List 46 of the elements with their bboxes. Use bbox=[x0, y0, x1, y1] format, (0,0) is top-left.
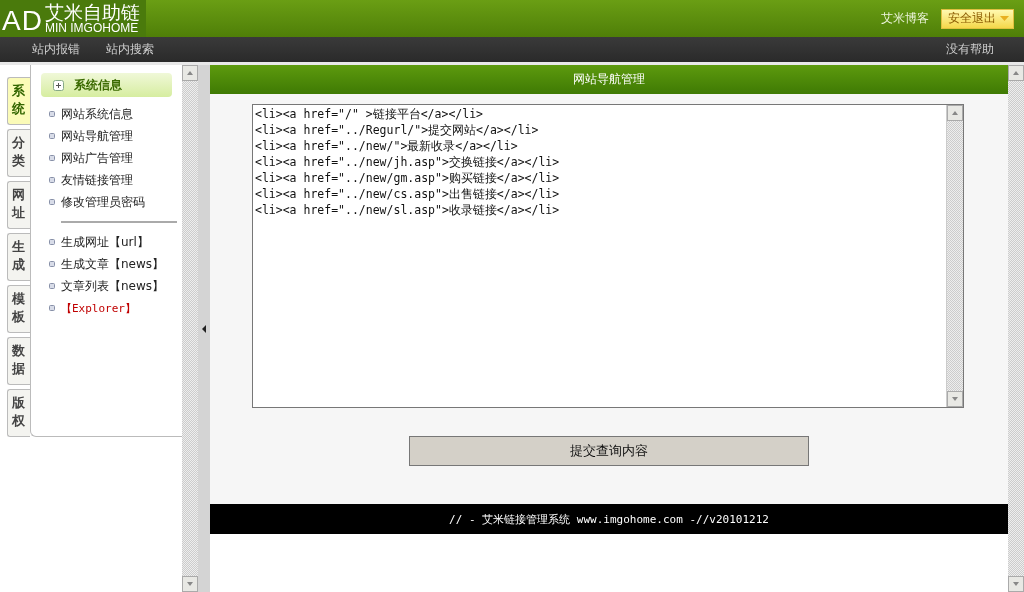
logo-subtitle: MIN IMGOHOME bbox=[44, 22, 140, 35]
nav-link[interactable]: 站内报错 bbox=[32, 41, 80, 58]
side-tab[interactable]: 分类 bbox=[7, 129, 30, 177]
scrollbar[interactable] bbox=[182, 65, 198, 592]
menu-link[interactable]: 网站系统信息 bbox=[61, 105, 133, 123]
bullet-icon bbox=[49, 239, 55, 245]
logout-button[interactable]: 安全退出 bbox=[941, 8, 1014, 29]
plus-icon bbox=[53, 79, 64, 91]
logo-initials: AD bbox=[2, 5, 43, 37]
menu-link[interactable]: 【Explorer】 bbox=[61, 300, 136, 316]
nav-link[interactable]: 站内搜索 bbox=[106, 41, 154, 58]
menu-link[interactable]: 修改管理员密码 bbox=[61, 193, 145, 211]
code-editor[interactable] bbox=[252, 104, 964, 408]
bullet-icon bbox=[49, 177, 55, 183]
panel-title: 网站导航管理 bbox=[210, 65, 1008, 94]
side-tab[interactable]: 数据 bbox=[7, 337, 30, 385]
user-link[interactable]: 艾米博客 bbox=[881, 10, 929, 27]
bullet-icon bbox=[49, 111, 55, 117]
submit-button[interactable]: 提交查询内容 bbox=[409, 436, 809, 466]
help-link[interactable]: 没有帮助 bbox=[946, 41, 994, 58]
side-tab[interactable]: 网址 bbox=[7, 181, 30, 229]
logo-title: 艾米自助链 bbox=[44, 2, 140, 22]
menu-link[interactable]: 生成文章【news】 bbox=[61, 255, 165, 273]
menu-link[interactable]: 网站广告管理 bbox=[61, 149, 133, 167]
side-tab[interactable]: 生成 bbox=[7, 233, 30, 281]
side-tab[interactable]: 版权 bbox=[7, 389, 30, 437]
scrollbar[interactable] bbox=[947, 105, 963, 407]
section-header[interactable]: 系统信息 bbox=[41, 73, 172, 97]
bullet-icon bbox=[49, 305, 55, 311]
menu-link[interactable]: 生成网址【url】 bbox=[61, 233, 149, 251]
bullet-icon bbox=[49, 155, 55, 161]
bullet-icon bbox=[49, 133, 55, 139]
menu-link[interactable]: 文章列表【news】 bbox=[61, 277, 165, 295]
scrollbar[interactable] bbox=[1008, 65, 1024, 592]
caret-icon bbox=[1000, 16, 1009, 21]
bullet-icon bbox=[49, 261, 55, 267]
editor-text: <li><a href="/" >链接平台</a></li> <li><a href="../Regurl/">提交网站</a></li> <li><a href="../new/">最新收录</a></li> <li><a href="../new/jh.asp">交换链接</a></li> <li><a href="../new/gm.asp">购买链接</a></li> <li><a href="../new/cs.asp">出售链接</a></li> <li><a href="../new/sl.asp">收录链接</a></li> bbox=[254, 106, 561, 219]
menu-link[interactable]: 网站导航管理 bbox=[61, 127, 133, 145]
bullet-icon bbox=[49, 199, 55, 205]
bullet-icon bbox=[49, 283, 55, 289]
collapse-arrow-icon[interactable] bbox=[202, 324, 206, 333]
section-title: 系统信息 bbox=[74, 76, 122, 94]
side-tab[interactable]: 模板 bbox=[7, 285, 30, 333]
footer-text: // - 艾米链接管理系统 www.imgohome.com -//v20101212 bbox=[210, 504, 1008, 534]
side-tab[interactable]: 系统 bbox=[7, 77, 30, 125]
menu-link[interactable]: 友情链接管理 bbox=[61, 171, 133, 189]
